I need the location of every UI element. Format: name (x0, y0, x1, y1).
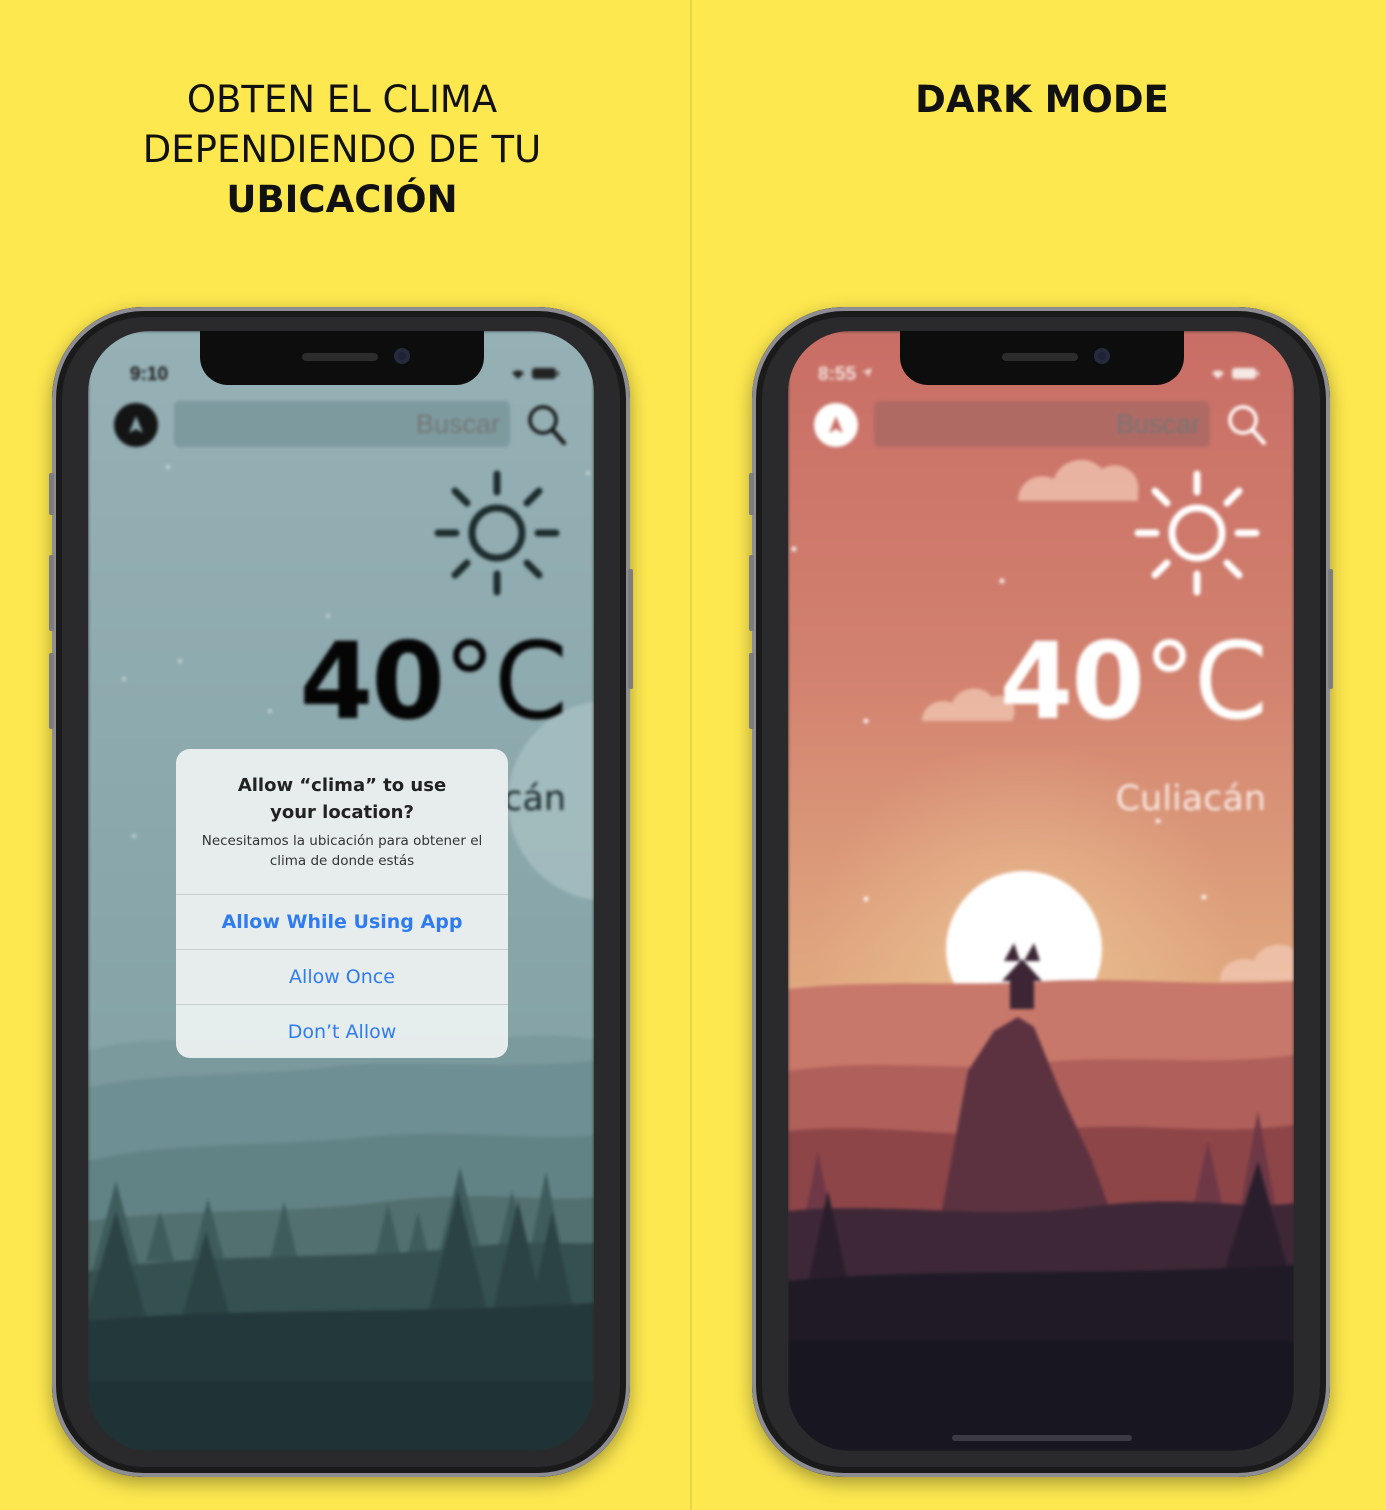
allow-while-using-app-button[interactable]: Allow While Using App (176, 894, 508, 949)
city-label: Culiacán (1115, 779, 1266, 819)
search-field[interactable] (874, 401, 1210, 447)
sun-icon (434, 470, 560, 596)
status-icons (508, 365, 564, 386)
battery-icon (532, 368, 559, 379)
status-time: 8:55 (818, 364, 873, 386)
location-button[interactable] (814, 403, 858, 447)
city-label: cán (503, 779, 566, 819)
temperature-value: 40 (299, 620, 445, 743)
left-phone-mockup: 9:10 Buscar 40°C cán Allow “clima” to us… (49, 307, 633, 1477)
search-icon (1228, 405, 1266, 445)
navigation-arrow-icon (829, 416, 843, 433)
status-icons (1208, 365, 1264, 386)
panel-divider (690, 0, 692, 1510)
right-headline-text: DARK MODE (915, 78, 1169, 121)
search-icon (528, 405, 566, 445)
wifi-icon (1212, 370, 1224, 379)
alert-title: Allow “clima” to use your location? (237, 775, 447, 823)
navigation-arrow-icon (129, 416, 143, 433)
weather-icon (1130, 466, 1264, 605)
location-button[interactable] (114, 403, 158, 447)
wifi-icon (512, 370, 524, 379)
search-input[interactable] (174, 401, 510, 447)
left-headline-line1: OBTEN EL CLIMA (186, 78, 498, 121)
alert-message: Necesitamos la ubicación para obtener el… (201, 833, 483, 869)
left-headline-bold: UBICACIÓN (226, 178, 458, 221)
temperature-display: 40°C (999, 629, 1268, 735)
search-input[interactable] (874, 401, 1210, 447)
location-permission-alert: Allow “clima” to use your location? Nece… (176, 749, 508, 1058)
allow-once-button[interactable]: Allow Once (176, 949, 508, 1004)
right-phone-screen: 8:55 Buscar 40°C Culiacán (788, 331, 1294, 1451)
left-headline-line2: DEPENDIENDO DE TU (142, 128, 542, 171)
right-headline: DARK MODE (742, 75, 1342, 125)
notch (200, 331, 484, 385)
right-phone-mockup: 8:55 Buscar 40°C Culiacán (749, 307, 1333, 1477)
weather-icon (430, 466, 564, 605)
status-time: 9:10 (130, 364, 169, 385)
location-arrow-icon (862, 368, 873, 378)
temperature-value: 40 (999, 620, 1145, 743)
sun-icon (1134, 470, 1260, 596)
battery-icon (1232, 368, 1259, 379)
dont-allow-button[interactable]: Don’t Allow (176, 1004, 508, 1058)
search-field[interactable] (174, 401, 510, 447)
notch (900, 331, 1184, 385)
temperature-display: 40°C (299, 629, 568, 735)
search-button[interactable] (526, 403, 568, 452)
temperature-unit: °C (442, 620, 568, 743)
left-headline: OBTEN EL CLIMA DEPENDIENDO DE TU UBICACI… (50, 75, 634, 225)
search-button[interactable] (1226, 403, 1268, 452)
temperature-unit: °C (1142, 620, 1268, 743)
home-indicator (952, 1435, 1132, 1441)
left-phone-screen: 9:10 Buscar 40°C cán Allow “clima” to us… (88, 331, 594, 1451)
